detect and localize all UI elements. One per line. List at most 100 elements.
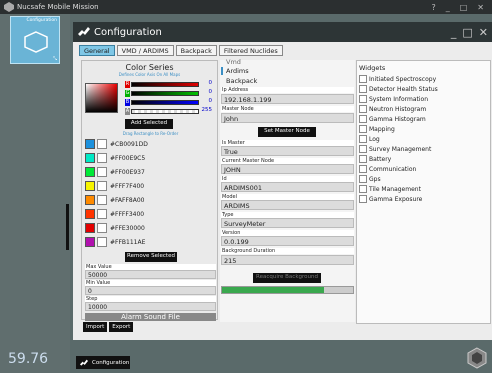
swatch-checkbox[interactable] (97, 139, 107, 149)
color-swatch[interactable] (85, 167, 95, 177)
widget-initiated-spectroscopy[interactable]: Initiated Spectroscopy (359, 75, 436, 83)
widget-label: Survey Management (369, 145, 432, 153)
blue-value: 0 (208, 98, 213, 104)
widget-battery[interactable]: Battery (359, 155, 391, 163)
widget-tile-management[interactable]: Tile Management (359, 185, 421, 193)
color-swatch[interactable] (85, 153, 95, 163)
alpha-slider[interactable]: A 255 (125, 107, 215, 115)
tab-vmd-ardims[interactable]: VMD / ARDIMS (116, 45, 174, 56)
color-swatch-row[interactable]: #FFB111AE (85, 237, 145, 247)
widget-checkbox[interactable] (359, 95, 367, 103)
config-close-button[interactable]: ✕ (479, 26, 488, 39)
ardims-item[interactable]: Ardims (226, 67, 249, 75)
device-details-panel: Vmd Ardims Backpack Ip Address 192.168.1… (220, 58, 355, 322)
config-maximize-button[interactable]: □ (462, 26, 472, 39)
blue-slider[interactable]: B 0 (125, 98, 215, 106)
backpack-item[interactable]: Backpack (226, 77, 257, 85)
color-swatch-row[interactable]: #FFE30000 (85, 223, 145, 233)
red-slider[interactable]: R 0 (125, 80, 215, 88)
widget-gamma-exposure[interactable]: Gamma Exposure (359, 195, 422, 203)
swatch-checkbox[interactable] (97, 153, 107, 163)
taskbar-configuration-button[interactable]: Configuration (76, 356, 130, 369)
scroll-indicator[interactable] (66, 204, 69, 250)
green-bar[interactable] (131, 91, 199, 96)
widget-label: Tile Management (369, 185, 421, 193)
color-swatch[interactable] (85, 139, 95, 149)
swatch-checkbox[interactable] (97, 195, 107, 205)
color-swatch[interactable] (85, 237, 95, 247)
help-button[interactable]: ? (431, 3, 435, 12)
color-picker[interactable] (85, 83, 118, 113)
max-value-field[interactable]: 50000 (85, 270, 216, 279)
color-swatch[interactable] (85, 223, 95, 233)
color-swatch-row[interactable]: #FAFF8A00 (85, 195, 145, 205)
ip-address-field[interactable]: 192.168.1.199 (221, 94, 354, 104)
id-field[interactable]: ARDIMS001 (221, 182, 354, 192)
is-master-field[interactable]: True (221, 146, 354, 156)
current-master-field[interactable]: JOHN (221, 164, 354, 174)
color-swatch-row[interactable]: #FF00E9C5 (85, 153, 145, 163)
model-field[interactable]: ARDIMS (221, 200, 354, 210)
widget-checkbox[interactable] (359, 85, 367, 93)
add-selected-button[interactable]: Add Selected (125, 119, 173, 129)
blue-bar[interactable] (131, 100, 199, 105)
widget-survey-management[interactable]: Survey Management (359, 145, 431, 153)
widget-checkbox[interactable] (359, 165, 367, 173)
widget-checkbox[interactable] (359, 195, 367, 203)
widget-checkbox[interactable] (359, 155, 367, 163)
widget-checkbox[interactable] (359, 75, 367, 83)
widget-gps[interactable]: Gps (359, 175, 381, 183)
color-swatch-row[interactable]: #FFFF3400 (85, 209, 144, 219)
version-field[interactable]: 0.0.199 (221, 236, 354, 246)
background-duration-field[interactable]: 215 (221, 255, 354, 265)
color-swatch-row[interactable]: #FF00E937 (85, 167, 145, 177)
step-field[interactable]: 10000 (85, 302, 216, 311)
widget-system-information[interactable]: System Information (359, 95, 428, 103)
widget-checkbox[interactable] (359, 145, 367, 153)
widget-checkbox[interactable] (359, 115, 367, 123)
min-value-field[interactable]: 0 (85, 286, 216, 295)
color-swatch[interactable] (85, 209, 95, 219)
color-swatch[interactable] (85, 181, 95, 191)
alpha-bar[interactable] (131, 109, 199, 114)
reacquire-background-button[interactable]: Reacquire Background (253, 273, 321, 283)
widget-mapping[interactable]: Mapping (359, 125, 395, 133)
tab-filtered-nuclides[interactable]: Filtered Nuclides (218, 45, 283, 56)
green-slider[interactable]: G 0 (125, 89, 215, 97)
export-button[interactable]: Export (109, 322, 134, 332)
type-field[interactable]: SurveyMeter (221, 218, 354, 228)
close-button[interactable]: ✕ (477, 3, 484, 12)
vmd-item[interactable]: Vmd (226, 58, 241, 66)
nucsafe-logo-icon[interactable] (466, 347, 488, 369)
swatch-checkbox[interactable] (97, 237, 107, 247)
widget-checkbox[interactable] (359, 125, 367, 133)
minimize-button[interactable]: _ (446, 3, 450, 12)
swatch-checkbox[interactable] (97, 209, 107, 219)
maximize-button[interactable]: □ (460, 3, 468, 12)
widget-checkbox[interactable] (359, 185, 367, 193)
color-swatch-row[interactable]: #FFF7F400 (85, 181, 144, 191)
widget-communication[interactable]: Communication (359, 165, 416, 173)
widget-checkbox[interactable] (359, 175, 367, 183)
widget-checkbox[interactable] (359, 135, 367, 143)
widget-detector-health-status[interactable]: Detector Health Status (359, 85, 438, 93)
alarm-sound-file-header[interactable]: Alarm Sound File (85, 313, 216, 321)
import-button[interactable]: Import (83, 322, 108, 332)
master-node-field[interactable]: John (221, 113, 354, 123)
swatch-checkbox[interactable] (97, 181, 107, 191)
remove-selected-button[interactable]: Remove Selected (125, 252, 177, 262)
swatch-checkbox[interactable] (97, 167, 107, 177)
config-minimize-button[interactable]: _ (451, 26, 457, 39)
widget-checkbox[interactable] (359, 105, 367, 113)
widget-gamma-histogram[interactable]: Gamma Histogram (359, 115, 426, 123)
set-master-node-button[interactable]: Set Master Node (258, 127, 316, 137)
widget-neutron-histogram[interactable]: Neutron Histogram (359, 105, 426, 113)
tab-backpack[interactable]: Backpack (175, 45, 217, 56)
widget-log[interactable]: Log (359, 135, 380, 143)
color-swatch-row[interactable]: #CB0091DD (85, 139, 148, 149)
red-bar[interactable] (131, 82, 199, 87)
swatch-checkbox[interactable] (97, 223, 107, 233)
color-swatch[interactable] (85, 195, 95, 205)
configuration-tile[interactable]: Configuration ⤡ (10, 16, 60, 64)
tab-general[interactable]: General (79, 45, 115, 56)
